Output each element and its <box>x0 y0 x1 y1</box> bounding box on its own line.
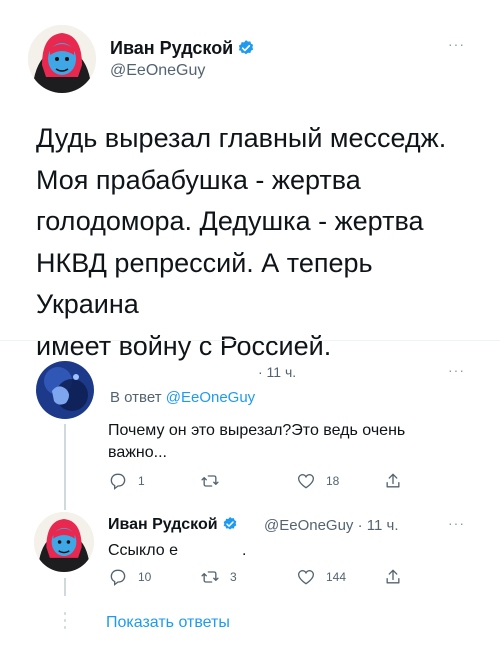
reply2-more-icon[interactable]: ··· <box>448 515 465 531</box>
reply2-reply-button[interactable]: 10 <box>108 567 151 587</box>
reply2-text-end: . <box>242 542 247 559</box>
reply1-in-reply-to: В ответ @EeOneGuy <box>110 389 255 406</box>
reply-count: 10 <box>138 570 152 584</box>
author-name-text[interactable]: Иван Рудской <box>110 38 233 58</box>
reply1-time[interactable]: · 11 ч. <box>258 364 296 380</box>
verified-badge-icon <box>222 516 238 537</box>
reply1-more-icon[interactable]: ··· <box>448 362 465 378</box>
tweet-text: Дудь вырезал главный месседж. Моя прабаб… <box>36 123 447 361</box>
show-replies-link[interactable]: Показать ответы <box>106 614 230 632</box>
verified-badge-icon <box>237 39 255 62</box>
in-reply-prefix: В ответ <box>110 389 162 406</box>
reply2-avatar[interactable] <box>34 512 94 572</box>
thread-dot <box>64 612 66 615</box>
thread-line <box>64 424 66 510</box>
retweet-count: 3 <box>230 570 237 584</box>
reply1-share-button[interactable] <box>383 471 403 491</box>
share-icon <box>386 569 400 584</box>
reply2-author[interactable]: Иван Рудской <box>108 516 238 537</box>
reply2-handle[interactable]: @EeOneGuy <box>264 517 353 534</box>
thread-line <box>64 578 66 596</box>
redacted-area <box>178 541 242 555</box>
reply1-retweet-button[interactable] <box>200 471 230 491</box>
in-reply-handle-link[interactable]: @EeOneGuy <box>166 389 255 406</box>
reply2-retweet-button[interactable]: 3 <box>200 567 237 587</box>
heart-icon <box>297 570 315 585</box>
heart-icon <box>297 474 315 489</box>
divider <box>0 340 500 341</box>
author-handle[interactable]: @EeOneGuy <box>110 62 205 80</box>
more-dots-icon[interactable]: ··· <box>448 36 465 52</box>
reply2-handle-time: @EeOneGuy · 11 ч. <box>264 517 399 534</box>
reply2-share-button[interactable] <box>383 567 403 587</box>
retweet-icon <box>201 475 219 487</box>
retweet-icon <box>201 571 219 583</box>
reply2-text-start: Ссыкло е <box>108 542 178 559</box>
share-icon <box>386 473 400 488</box>
thread-dot <box>64 619 66 622</box>
reply2-text: Ссыкло е. <box>108 540 246 562</box>
reply2-time[interactable]: · 11 ч. <box>358 517 399 534</box>
reply-count: 1 <box>138 474 145 488</box>
reply1-text: Почему он это вырезал?Это ведь очень важ… <box>108 422 406 461</box>
reply1-like-button[interactable]: 18 <box>296 471 339 491</box>
thread-dot <box>64 626 66 629</box>
reply2-author-name[interactable]: Иван Рудской <box>108 516 218 533</box>
author-name[interactable]: Иван Рудской <box>110 38 255 62</box>
like-count: 18 <box>326 474 340 488</box>
reply-icon <box>110 569 126 586</box>
reply1-reply-button[interactable]: 1 <box>108 471 145 491</box>
reply2-like-button[interactable]: 144 <box>296 567 346 587</box>
reply1-avatar[interactable] <box>36 361 94 419</box>
reply-icon <box>110 473 126 490</box>
author-avatar[interactable] <box>28 25 96 93</box>
like-count: 144 <box>326 570 347 584</box>
